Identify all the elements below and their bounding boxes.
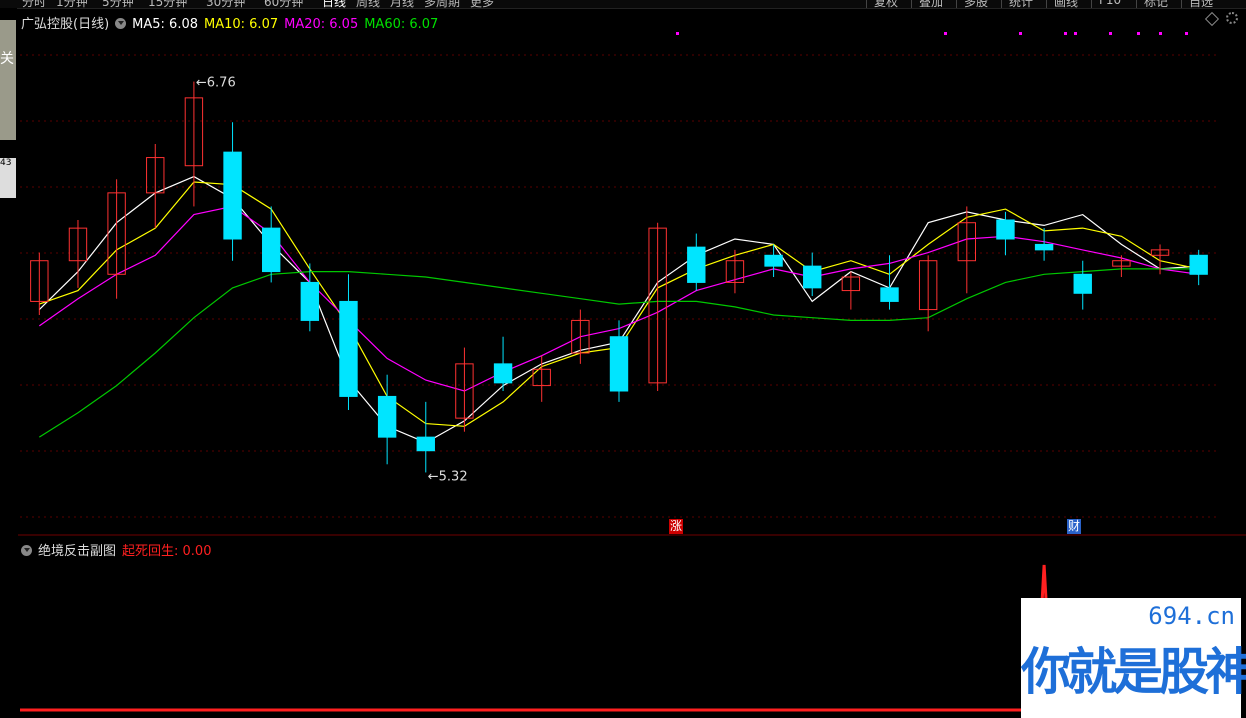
watermark-url: 694.cn bbox=[1148, 602, 1235, 630]
candle-body bbox=[339, 300, 358, 397]
candle-body bbox=[1073, 273, 1092, 294]
gear-icon[interactable] bbox=[1226, 12, 1238, 24]
left-strip: 关 43 bbox=[0, 8, 17, 718]
ma5-label: MA5: 6.08 bbox=[132, 17, 198, 32]
ma60-label: MA60: 6.07 bbox=[364, 17, 439, 32]
candle-body bbox=[803, 265, 822, 289]
chevron-down-icon[interactable] bbox=[21, 545, 32, 556]
watermark-slogan: 你就是股神 bbox=[1021, 643, 1246, 701]
signal-dot bbox=[1064, 32, 1067, 35]
candle-body bbox=[1034, 243, 1054, 251]
cai-badge[interactable]: 财 bbox=[1067, 519, 1081, 534]
signal-dot bbox=[1109, 32, 1112, 35]
indicator-label: 起死回生: 0.00 bbox=[122, 544, 212, 559]
candle-body bbox=[377, 395, 397, 438]
sub-legend: 绝境反击副图 起死回生: 0.00 bbox=[21, 540, 217, 559]
zhang-badge[interactable]: 涨 bbox=[669, 519, 683, 534]
ma-line-ma5 bbox=[38, 175, 1199, 444]
candle-body bbox=[609, 336, 629, 392]
watermark: 694.cn 你就是股神 bbox=[1021, 598, 1246, 718]
chevron-down-icon[interactable] bbox=[115, 18, 127, 29]
candle-body bbox=[416, 436, 435, 452]
candle-body bbox=[764, 254, 783, 267]
signal-dot bbox=[944, 32, 947, 35]
candle-body bbox=[996, 219, 1015, 240]
low-price-label: ←5.32 bbox=[428, 469, 468, 484]
candle-body bbox=[300, 281, 320, 321]
candle-body bbox=[261, 227, 281, 273]
sub-title: 绝境反击副图 bbox=[38, 544, 117, 559]
left-strip-label: 关 bbox=[0, 51, 14, 67]
left-strip-box: 43 bbox=[0, 158, 16, 198]
left-scroll-thumb[interactable] bbox=[0, 20, 16, 140]
candle-body bbox=[493, 363, 513, 384]
signal-dot bbox=[1137, 32, 1140, 35]
signal-dot bbox=[1074, 32, 1077, 35]
candle-body bbox=[687, 246, 706, 283]
signal-dot bbox=[1159, 32, 1162, 35]
high-price-label: ←6.76 bbox=[196, 76, 236, 91]
main-legend: 广弘控股(日线) MA5: 6.08 MA10: 6.07 MA20: 6.05 MA6… bbox=[21, 13, 444, 32]
candle-body bbox=[1189, 254, 1208, 275]
stock-title: 广弘控股(日线) bbox=[21, 17, 110, 32]
signal-dot bbox=[1185, 32, 1188, 35]
signal-dot bbox=[1019, 32, 1022, 35]
ma20-label: MA20: 6.05 bbox=[284, 17, 359, 32]
signal-dot bbox=[676, 32, 679, 35]
candle-body bbox=[223, 151, 242, 240]
ma10-label: MA10: 6.07 bbox=[204, 17, 279, 32]
candle-body bbox=[880, 287, 899, 302]
